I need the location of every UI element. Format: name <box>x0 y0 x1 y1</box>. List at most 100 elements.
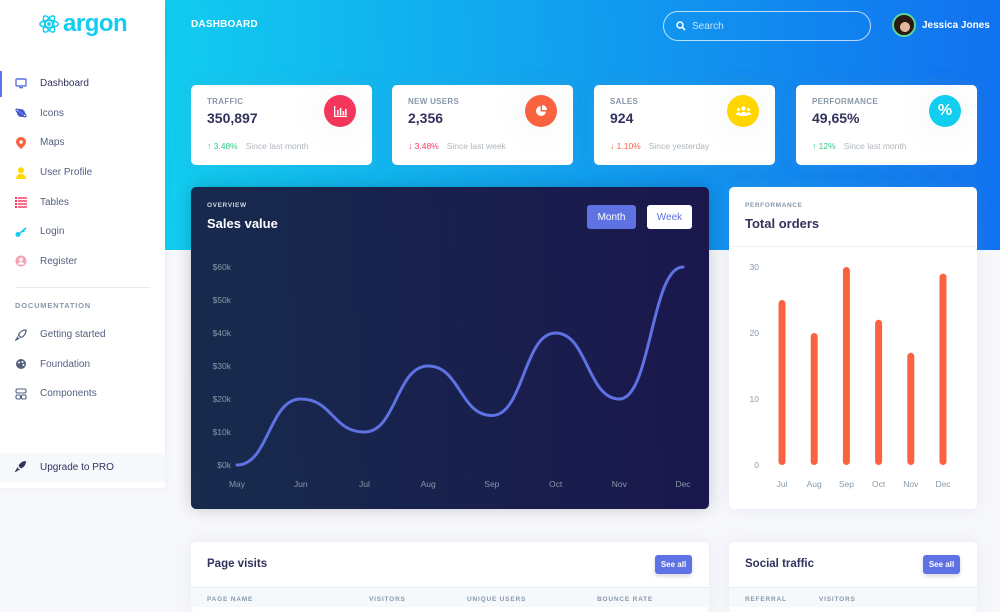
atom-icon <box>39 15 59 33</box>
page-visits-card: Page visits See all PAGE NAME VISITORS U… <box>191 542 709 612</box>
documentation-heading: DOCUMENTATION <box>15 301 91 310</box>
sidebar-item-maps[interactable]: Maps <box>0 128 165 158</box>
sidebar-item-label: Getting started <box>40 329 106 341</box>
sales-value-card: OVERVIEW Sales value Month Week $0k $10k $… <box>191 187 709 509</box>
y-tick-label: $30k <box>213 361 232 371</box>
tv-icon <box>15 78 27 90</box>
sidebar-item-label: Components <box>40 388 97 400</box>
planet-icon <box>15 107 27 119</box>
circle-user-icon <box>15 255 27 267</box>
sidebar-item-getting-started[interactable]: Getting started <box>0 320 165 350</box>
y-tick-label: $50k <box>213 295 232 305</box>
stat-change: ↓ 1.10% <box>610 141 641 151</box>
card-title: Social traffic <box>745 558 815 570</box>
bar <box>842 267 850 465</box>
upgrade-to-pro-link[interactable]: Upgrade to PRO <box>0 453 165 482</box>
social-traffic-card: Social traffic See all REFERRAL VISITORS <box>729 542 977 612</box>
stat-footer: ↑ 12% Since last month <box>812 141 906 151</box>
y-tick-label: $10k <box>213 427 232 437</box>
sidebar-item-label: Maps <box>40 137 65 149</box>
sidebar-item-register[interactable]: Register <box>0 247 165 277</box>
x-tick-label: Aug <box>421 479 436 489</box>
bar <box>939 273 947 465</box>
search-input[interactable] <box>692 20 852 32</box>
chart-pie-icon <box>525 95 557 127</box>
sidebar-item-components[interactable]: Components <box>0 379 165 409</box>
search-box[interactable] <box>663 11 871 41</box>
x-tick-label: Dec <box>935 479 951 489</box>
stat-label: SALES <box>610 97 639 106</box>
sales-line-chart: $0k $10k $20k $30k $40k $50k $60k May Jun Jul Aug S… <box>213 262 692 489</box>
stat-since: Since last week <box>446 141 506 151</box>
users-icon <box>727 95 759 127</box>
bar <box>907 352 915 465</box>
components-icon <box>15 388 27 400</box>
stat-footer: ↓ 3.48% Since last week <box>408 141 506 151</box>
documentation-nav: Getting started Foundation Components <box>0 320 165 409</box>
orders-bar-chart: 0 10 20 30 Jul Aug Sep Oct Nov Dec <box>750 262 952 489</box>
stat-value: 49,65% <box>812 110 860 126</box>
chart-bar-icon <box>324 95 356 127</box>
sidebar-item-label: User Profile <box>40 167 93 179</box>
stat-label: TRAFFIC <box>207 97 244 106</box>
key-icon <box>15 226 27 238</box>
x-tick-label: Sep <box>484 479 499 489</box>
bar <box>778 300 786 465</box>
stat-change: ↓ 3.48% <box>408 141 439 151</box>
x-tick-label: Sep <box>839 479 854 489</box>
sidebar-item-label: Register <box>40 255 78 267</box>
avatar <box>892 13 916 37</box>
stat-card-new-users: NEW USERS 2,356 ↓ 3.48% Since last week <box>392 85 573 165</box>
stat-since: Since yesterday <box>648 141 710 151</box>
total-orders-card: PERFORMANCE Total orders 0 10 20 30 Jul Aug Se… <box>729 187 977 509</box>
sidebar-item-label: Icons <box>40 107 64 119</box>
brand-logo[interactable]: argon <box>38 10 128 38</box>
stat-footer: ↓ 1.10% Since yesterday <box>610 141 709 151</box>
x-tick-label: Jul <box>777 479 788 489</box>
sidebar-item-user-profile[interactable]: User Profile <box>0 158 165 188</box>
stat-footer: ↑ 3.48% Since last month <box>207 141 309 151</box>
page-title[interactable]: DASHBOARD <box>191 19 258 30</box>
stat-value: 350,897 <box>207 110 258 126</box>
x-tick-label: Jun <box>294 479 308 489</box>
stat-since: Since last month <box>245 141 309 151</box>
pin-icon <box>15 136 27 149</box>
stat-label: PERFORMANCE <box>812 97 878 106</box>
stat-since: Since last month <box>843 141 907 151</box>
percent-icon: % <box>929 95 961 127</box>
stat-change: ↑ 12% <box>812 141 836 151</box>
bar <box>875 319 883 465</box>
x-tick-label: May <box>229 479 246 489</box>
x-tick-label: Aug <box>807 479 822 489</box>
rocket-icon <box>14 460 27 475</box>
y-tick-label: 20 <box>750 328 760 338</box>
see-all-button[interactable]: See all <box>923 555 960 574</box>
stat-card-sales: SALES 924 ↓ 1.10% Since yesterday <box>594 85 775 165</box>
sidebar-item-foundation[interactable]: Foundation <box>0 350 165 380</box>
x-tick-label: Jul <box>359 479 370 489</box>
sidebar-item-label: Login <box>40 226 65 238</box>
upgrade-label: Upgrade to PRO <box>40 462 114 473</box>
sidebar-item-dashboard[interactable]: Dashboard <box>0 69 165 99</box>
see-all-button[interactable]: See all <box>655 555 692 574</box>
list-icon <box>15 196 27 208</box>
user-menu[interactable]: Jessica Jones <box>892 13 990 37</box>
main-nav: Dashboard Icons Maps User Profile Tables… <box>0 69 165 276</box>
sidebar: argon Dashboard Icons Maps User Profile … <box>0 0 165 488</box>
x-tick-label: Oct <box>872 479 886 489</box>
sidebar-item-icons[interactable]: Icons <box>0 99 165 129</box>
stat-card-performance: PERFORMANCE 49,65% % ↑ 12% Since last mo… <box>796 85 977 165</box>
y-tick-label: $20k <box>213 394 232 404</box>
palette-icon <box>15 358 27 370</box>
table-header: PAGE NAME VISITORS UNIQUE USERS BOUNCE R… <box>191 587 709 607</box>
stat-card-traffic: TRAFFIC 350,897 ↑ 3.48% Since last month <box>191 85 372 165</box>
user-icon <box>15 166 27 179</box>
sidebar-divider <box>15 287 150 288</box>
y-tick-label: 10 <box>750 394 760 404</box>
table-header: REFERRAL VISITORS <box>729 587 977 607</box>
sidebar-item-login[interactable]: Login <box>0 217 165 247</box>
y-tick-label: $0k <box>217 460 231 470</box>
user-name: Jessica Jones <box>922 19 990 31</box>
sidebar-item-tables[interactable]: Tables <box>0 187 165 217</box>
x-tick-label: Nov <box>612 479 628 489</box>
